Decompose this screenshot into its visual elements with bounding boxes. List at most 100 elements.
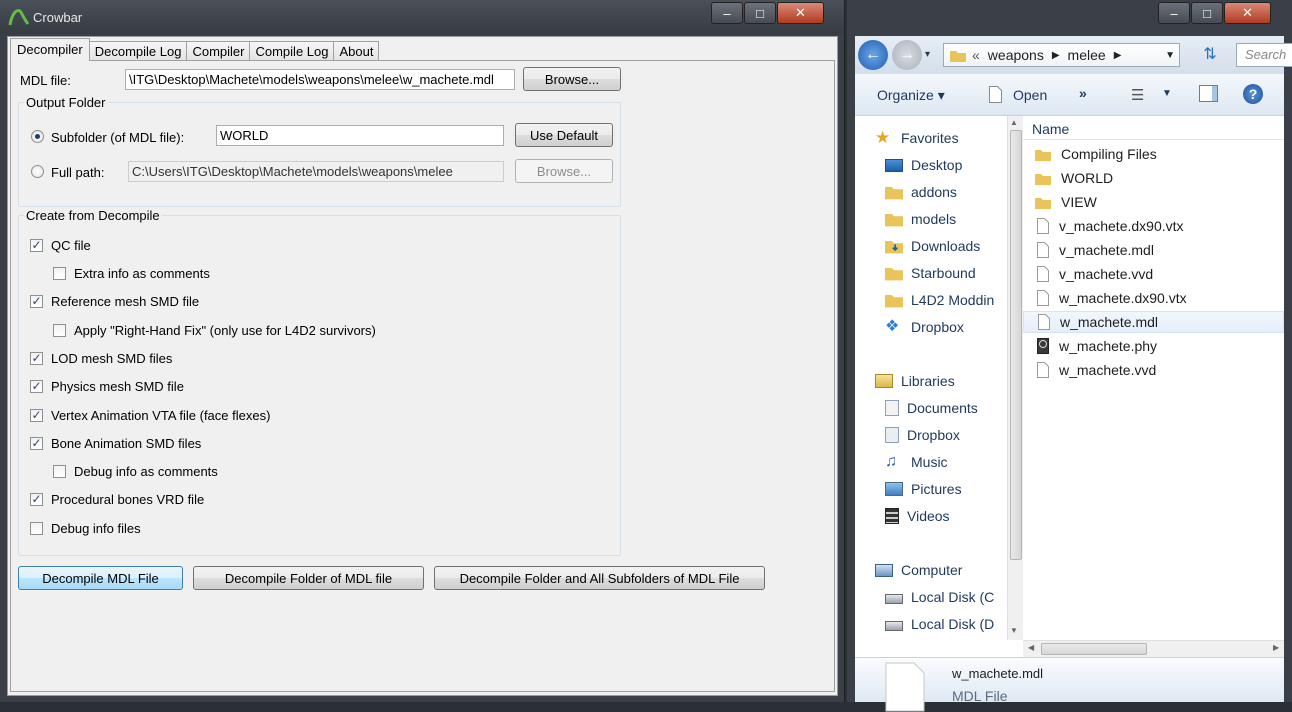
scroll-down-icon[interactable]: ▼ — [1010, 626, 1018, 635]
nav-l4d2-modding[interactable]: L4D2 Moddin — [885, 292, 994, 308]
list-item[interactable]: v_machete.vvd — [1023, 263, 1284, 285]
maximize-button[interactable]: □ — [744, 2, 776, 24]
column-header-name[interactable]: Name — [1023, 116, 1284, 140]
scroll-right-icon[interactable]: ▶ — [1273, 643, 1279, 652]
forward-button[interactable]: → — [892, 40, 922, 70]
decompile-folder-button[interactable]: Decompile Folder of MDL file — [193, 566, 424, 590]
help-icon[interactable]: ? — [1243, 84, 1263, 104]
nav-downloads[interactable]: Downloads — [885, 238, 980, 254]
crowbar-titlebar[interactable]: Crowbar – □ ✕ — [0, 0, 844, 34]
file-name: w_machete.vvd — [1059, 362, 1157, 378]
preview-pane-icon[interactable] — [1199, 85, 1218, 102]
debug-info-comments-checkbox[interactable] — [53, 465, 66, 478]
breadcrumb-weapons[interactable]: weapons — [988, 47, 1044, 63]
lod-mesh-checkbox[interactable]: ✓ — [30, 352, 43, 365]
close-button[interactable]: ✕ — [777, 2, 824, 24]
nav-music[interactable]: ♫ Music — [885, 454, 948, 471]
breadcrumb-overflow[interactable]: « — [972, 47, 980, 63]
explorer-minimize-button[interactable]: – — [1158, 2, 1190, 24]
folder-icon — [885, 213, 903, 227]
scroll-left-icon[interactable]: ◀ — [1028, 643, 1034, 652]
nav-documents[interactable]: Documents — [885, 400, 978, 416]
nav-scroll-thumb[interactable] — [1010, 130, 1022, 560]
nav-local-disk-d-label: Local Disk (D — [911, 616, 995, 632]
list-item[interactable]: Compiling Files — [1023, 143, 1284, 165]
view-dropdown-icon[interactable]: ▼ — [1162, 88, 1172, 99]
address-dropdown-icon[interactable]: ▼ — [1165, 50, 1175, 61]
tab-about[interactable]: About — [333, 41, 380, 61]
nav-dropbox-lib[interactable]: Dropbox — [885, 427, 960, 443]
fullpath-radio[interactable] — [31, 165, 44, 178]
tab-compiler[interactable]: Compiler — [186, 41, 251, 61]
minimize-button[interactable]: – — [711, 2, 743, 24]
list-item[interactable]: v_machete.dx90.vtx — [1023, 215, 1284, 237]
recent-pages-chevron-icon[interactable]: ▾ — [925, 49, 930, 60]
subfolder-radio[interactable] — [31, 130, 44, 143]
nav-downloads-label: Downloads — [911, 238, 981, 254]
nav-addons-label: addons — [911, 184, 957, 200]
list-item[interactable]: w_machete.dx90.vtx — [1023, 287, 1284, 309]
search-input[interactable]: Search — [1236, 43, 1292, 67]
list-item[interactable]: w_machete.phy — [1023, 335, 1284, 357]
nav-models[interactable]: models — [885, 211, 956, 227]
nav-scrollbar[interactable]: ▲ ▼ — [1007, 116, 1023, 640]
browse-button[interactable]: Browse... — [523, 67, 621, 91]
reference-mesh-checkbox[interactable]: ✓ — [30, 295, 43, 308]
tab-decompiler[interactable]: Decompiler — [10, 38, 90, 61]
extra-info-checkbox[interactable] — [53, 267, 66, 280]
nav-addons[interactable]: addons — [885, 184, 957, 200]
list-item-selected[interactable]: w_machete.mdl — [1023, 311, 1284, 333]
list-item[interactable]: w_machete.vvd — [1023, 359, 1284, 381]
nav-computer[interactable]: Computer — [875, 562, 962, 578]
tab-decompile-log[interactable]: Decompile Log — [88, 41, 188, 61]
open-button[interactable]: Open — [1013, 87, 1047, 103]
more-commands-button[interactable]: » — [1079, 85, 1087, 101]
debug-info-comments-label: Debug info as comments — [74, 464, 218, 479]
scroll-up-icon[interactable]: ▲ — [1010, 118, 1018, 127]
bone-animation-checkbox[interactable]: ✓ — [30, 437, 43, 450]
nav-local-disk-d[interactable]: Local Disk (D — [885, 616, 994, 632]
nav-dropbox-fav[interactable]: ❖ Dropbox — [885, 319, 964, 336]
mdl-file-input[interactable]: \ITG\Desktop\Machete\models\weapons\mele… — [125, 69, 515, 90]
breadcrumb[interactable]: « weapons ▶ melee ▶ ▼ — [943, 43, 1180, 67]
back-button[interactable]: ← — [858, 40, 888, 70]
nav-pictures[interactable]: Pictures — [885, 481, 962, 497]
nav-videos[interactable]: Videos — [885, 508, 950, 524]
use-default-button[interactable]: Use Default — [515, 123, 613, 147]
list-item[interactable]: VIEW — [1023, 191, 1284, 213]
videos-icon — [885, 508, 899, 524]
nav-desktop[interactable]: Desktop — [885, 157, 962, 173]
procedural-bones-checkbox[interactable]: ✓ — [30, 493, 43, 506]
nav-starbound[interactable]: Starbound — [885, 265, 976, 281]
fullpath-input[interactable]: C:\Users\ITG\Desktop\Machete\models\weap… — [128, 161, 504, 182]
chevron-right-icon[interactable]: ▶ — [1114, 50, 1122, 61]
explorer-maximize-button[interactable]: □ — [1191, 2, 1223, 24]
breadcrumb-melee[interactable]: melee — [1068, 47, 1106, 63]
physics-mesh-checkbox[interactable]: ✓ — [30, 380, 43, 393]
refresh-icon[interactable]: ⇅ — [1190, 44, 1230, 66]
nav-favorites[interactable]: ★ Favorites — [875, 129, 959, 146]
organize-button[interactable]: Organize ▾ — [877, 87, 945, 104]
chevron-right-icon[interactable]: ▶ — [1052, 50, 1060, 61]
tab-compile-log[interactable]: Compile Log — [249, 41, 335, 61]
list-item[interactable]: v_machete.mdl — [1023, 239, 1284, 261]
nav-libraries[interactable]: Libraries — [875, 373, 955, 389]
vertex-animation-checkbox[interactable]: ✓ — [30, 409, 43, 422]
decompile-mdl-file-button[interactable]: Decompile MDL File — [18, 566, 183, 590]
nav-local-disk-c[interactable]: Local Disk (C — [885, 589, 994, 605]
nav-models-label: models — [911, 211, 957, 227]
list-item[interactable]: WORLD — [1023, 167, 1284, 189]
debug-info-files-checkbox[interactable] — [30, 522, 43, 535]
subfolder-input[interactable]: WORLD — [216, 125, 504, 146]
explorer-titlebar[interactable]: – □ ✕ — [847, 0, 1292, 32]
file-list-hscrollbar[interactable]: ◀ ▶ — [1023, 640, 1284, 657]
explorer-close-button[interactable]: ✕ — [1224, 2, 1271, 24]
hscroll-thumb[interactable] — [1041, 643, 1147, 655]
folder-icon — [885, 186, 903, 200]
qc-file-checkbox[interactable]: ✓ — [30, 239, 43, 252]
fullpath-browse-button[interactable]: Browse... — [515, 159, 613, 183]
details-pane: w_machete.mdl MDL File — [855, 657, 1284, 712]
right-hand-fix-checkbox[interactable] — [53, 324, 66, 337]
decompile-all-subfolders-button[interactable]: Decompile Folder and All Subfolders of M… — [434, 566, 765, 590]
view-options-icon[interactable]: ☰ — [1131, 86, 1144, 104]
